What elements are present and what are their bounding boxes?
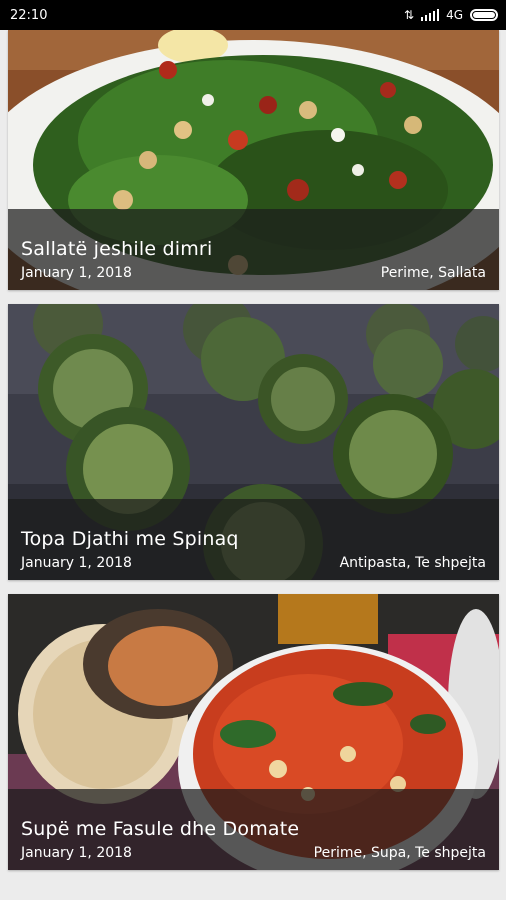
recipe-date: January 1, 2018 [21, 555, 132, 571]
status-time: 22:10 [10, 7, 48, 23]
data-transfer-icon: ⇅ [404, 8, 415, 22]
recipe-categories: Perime, Supa, Te shpejta [313, 845, 486, 861]
recipe-categories: Perime, Sallata [380, 265, 486, 281]
battery-icon [470, 9, 498, 21]
recipe-date: January 1, 2018 [21, 845, 132, 861]
status-icons: ⇅ 4G [404, 8, 498, 22]
recipe-card-soup[interactable]: Supë me Fasule dhe Domate January 1, 201… [8, 594, 499, 870]
recipe-card-salad[interactable]: Sallatë jeshile dimri January 1, 2018 Pe… [8, 30, 499, 290]
recipe-title: Supë me Fasule dhe Domate [21, 818, 300, 840]
signal-icon [421, 9, 440, 21]
recipe-categories: Antipasta, Te shpejta [339, 555, 486, 571]
recipe-date: January 1, 2018 [21, 265, 132, 281]
network-type: 4G [446, 8, 463, 22]
status-bar: 22:10 ⇅ 4G [0, 0, 506, 30]
recipe-title: Sallatë jeshile dimri [21, 238, 213, 260]
recipe-title: Topa Djathi me Spinaq [21, 528, 239, 550]
recipe-card-cheese-balls[interactable]: Topa Djathi me Spinaq January 1, 2018 An… [8, 304, 499, 580]
